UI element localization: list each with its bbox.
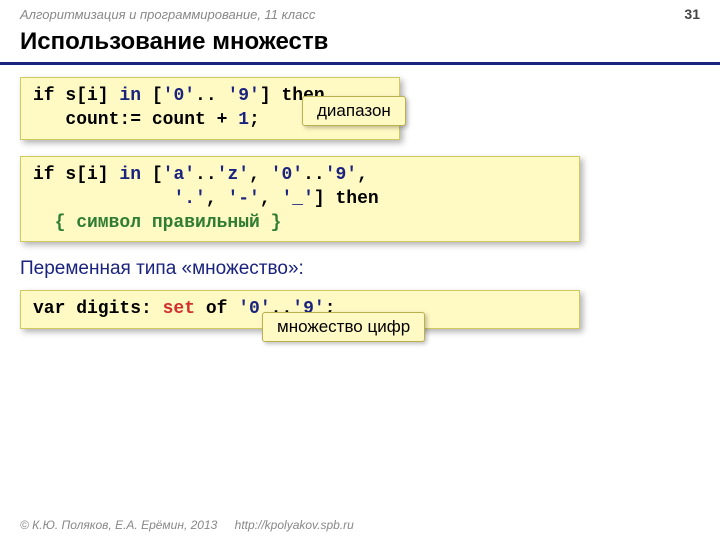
course-name: Алгоритмизация и программирование, 11 кл… xyxy=(20,7,315,22)
callout-range: диапазон xyxy=(302,96,406,126)
footer-url: http://kpolyakov.spb.ru xyxy=(235,518,354,532)
slide-header: Алгоритмизация и программирование, 11 кл… xyxy=(0,0,720,24)
copyright: © К.Ю. Поляков, Е.А. Ерёмин, 2013 xyxy=(20,518,217,532)
slide-title: Использование множеств xyxy=(0,24,720,65)
page-number: 31 xyxy=(684,6,700,22)
code-block-2: if s[i] in ['a'..'z', '0'..'9', '.', '-'… xyxy=(20,156,580,243)
subtitle: Переменная типа «множество»: xyxy=(20,258,700,280)
callout-digit-set: множество цифр xyxy=(262,312,425,342)
slide-footer: © К.Ю. Поляков, Е.А. Ерёмин, 2013 http:/… xyxy=(20,518,354,532)
